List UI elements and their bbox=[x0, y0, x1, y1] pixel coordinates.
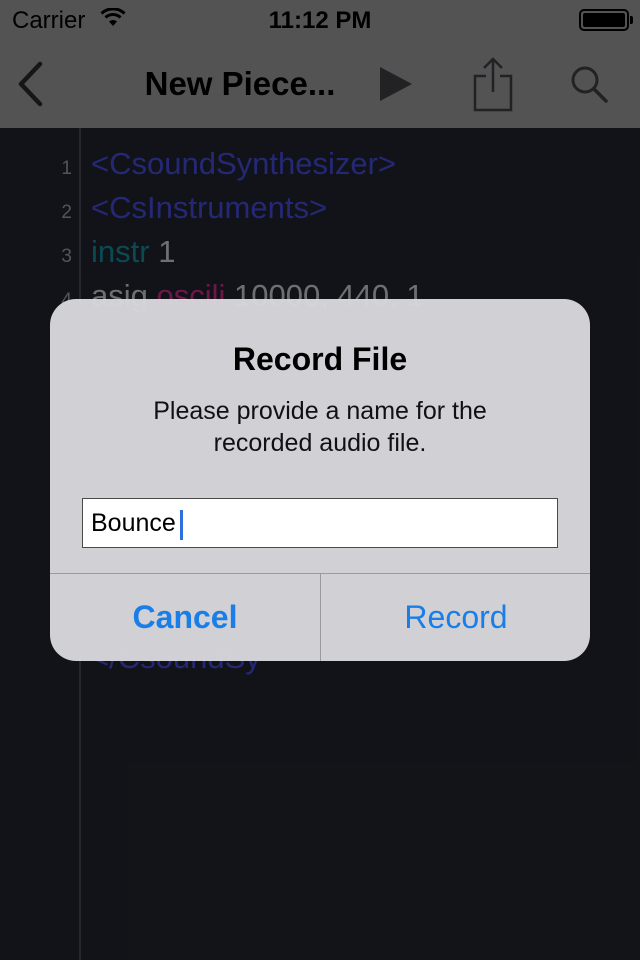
text-cursor bbox=[180, 510, 183, 540]
dialog-title: Record File bbox=[232, 341, 408, 377]
cancel-button[interactable]: Cancel bbox=[50, 574, 320, 661]
record-button[interactable]: Record bbox=[321, 574, 590, 661]
record-file-dialog: Record File Please provide a name for th… bbox=[50, 299, 590, 661]
dialog-message: Please provide a name for the recorded a… bbox=[153, 397, 487, 457]
file-name-input[interactable] bbox=[82, 498, 558, 548]
